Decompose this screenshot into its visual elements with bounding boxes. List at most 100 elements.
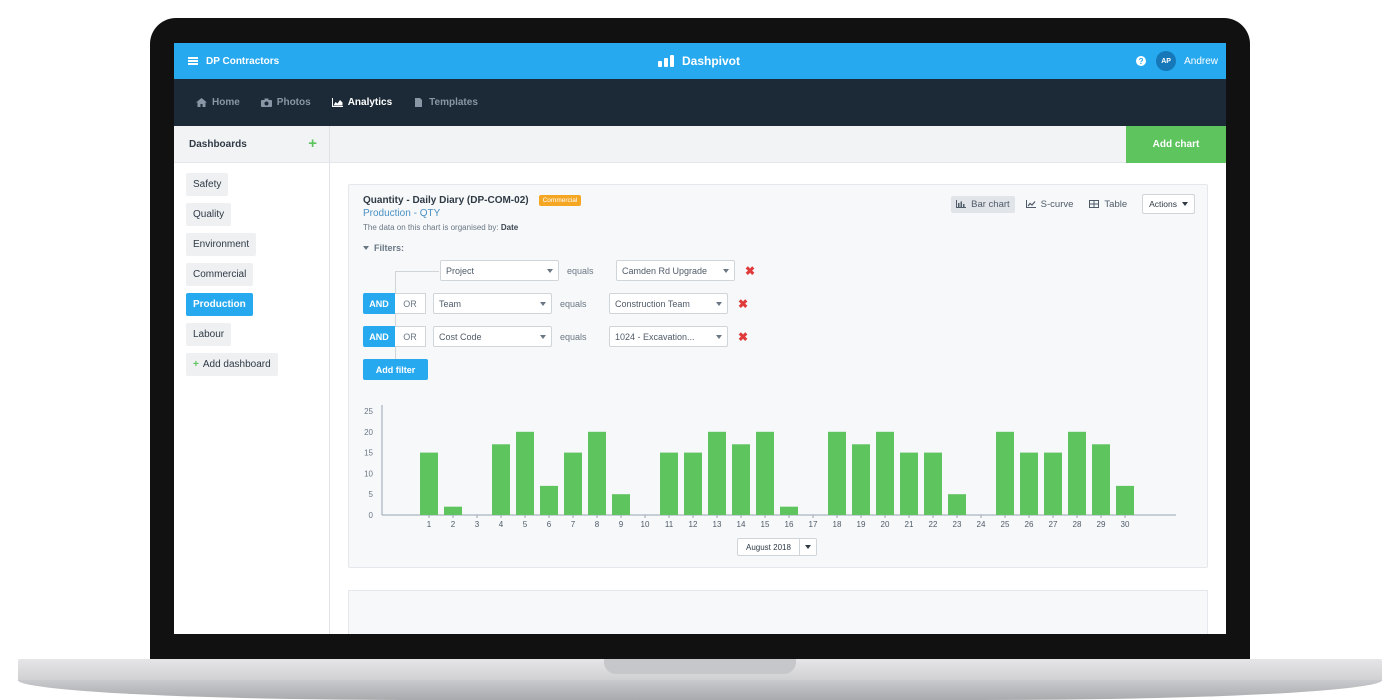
remove-filter-icon[interactable]: ✖ [745, 264, 755, 278]
help-icon[interactable]: ? [1136, 56, 1147, 66]
dashboard-item-safety[interactable]: Safety [186, 173, 229, 196]
app-screen: DP Contractors Dashpivot ? AP Andrew Hom… [174, 43, 1226, 634]
filter-row: Project equals Camden Rd Upgrade ✖ [363, 260, 763, 281]
bar-chart: 05101520251 2 3 4 5 6 7 8 9 10 11 12 13 14 15 16 17 18 19 2… [364, 405, 1176, 527]
filter-value-select[interactable]: Construction Team [609, 293, 728, 314]
bar [516, 431, 534, 515]
remove-filter-icon[interactable]: ✖ [738, 297, 748, 311]
user-name[interactable]: Andrew [1184, 56, 1218, 67]
home-icon [196, 98, 207, 107]
add-dashboard-button[interactable]: + Add dashboard [186, 353, 278, 376]
x-tick-label: 27 [1049, 520, 1058, 527]
chevron-down-icon [716, 301, 722, 306]
sidebar-title: Dashboards [189, 138, 247, 150]
bar [660, 452, 678, 515]
filters-toggle[interactable]: Filters: [363, 243, 404, 253]
x-tick-label: 21 [905, 520, 914, 527]
and-button[interactable]: AND [363, 326, 395, 347]
chevron-down-icon [540, 301, 546, 306]
logic-toggle: AND OR [363, 326, 426, 347]
dashboard-item-environment[interactable]: Environment [186, 233, 257, 256]
bar [948, 494, 966, 515]
filter-value-select[interactable]: Camden Rd Upgrade [616, 260, 735, 281]
actions-dropdown[interactable]: Actions [1142, 194, 1195, 214]
bar [612, 494, 630, 515]
filter-field-value: Project [446, 265, 475, 276]
logic-toggle: AND OR [363, 293, 426, 314]
view-tabs: Bar chart S-curve Table Actions [945, 194, 1195, 214]
remove-filter-icon[interactable]: ✖ [738, 330, 748, 344]
filter-field-select[interactable]: Cost Code [433, 326, 552, 347]
bar [1116, 485, 1134, 515]
x-tick-label: 12 [689, 520, 698, 527]
filter-field-select[interactable]: Team [433, 293, 552, 314]
nav-analytics[interactable]: Analytics [331, 97, 392, 108]
filter-field-value: Cost Code [439, 331, 482, 342]
x-tick-label: 14 [737, 520, 746, 527]
bar [828, 431, 846, 515]
add-filter-button[interactable]: Add filter [363, 359, 428, 380]
camera-icon [260, 98, 272, 107]
nav-templates[interactable]: Templates [413, 97, 478, 108]
tab-bar-chart[interactable]: Bar chart [951, 195, 1015, 213]
filter-value-select[interactable]: 1024 - Excavation... [609, 326, 728, 347]
add-dashboard-plus-icon[interactable]: + [308, 136, 317, 151]
bar [540, 485, 558, 515]
tab-table[interactable]: Table [1084, 196, 1132, 213]
filter-operator: equals [560, 298, 587, 309]
user-area: ? AP Andrew [1136, 43, 1218, 79]
brand-logo[interactable]: Dashpivot [658, 43, 740, 79]
dashboard-item-production[interactable]: Production [186, 293, 253, 316]
x-tick-label: 9 [619, 520, 624, 527]
y-tick-label: 0 [369, 511, 374, 520]
filter-value-text: 1024 - Excavation... [615, 331, 695, 342]
bar [876, 431, 894, 515]
chart-subtitle[interactable]: Production - QTY [363, 208, 440, 219]
x-tick-label: 10 [641, 520, 650, 527]
filter-field-value: Team [439, 298, 462, 309]
tab-s-curve-label: S-curve [1040, 198, 1074, 210]
tab-bar-chart-label: Bar chart [971, 198, 1010, 210]
dashboard-item-labour[interactable]: Labour [186, 323, 232, 346]
filter-row: AND OR Cost Code equals 1024 - Excavatio… [363, 326, 763, 347]
y-tick-label: 5 [369, 490, 374, 499]
category-badge: Commercial [538, 195, 582, 206]
organised-by-text: The data on this chart is organised by: … [363, 223, 518, 232]
x-tick-label: 19 [857, 520, 866, 527]
nav-photos[interactable]: Photos [260, 97, 311, 108]
bar [708, 431, 726, 515]
sidebar-header: Dashboards + [174, 126, 329, 163]
or-button[interactable]: OR [395, 293, 426, 314]
period-selector[interactable]: August 2018 [737, 538, 817, 556]
x-tick-label: 23 [953, 520, 962, 527]
organised-prefix: The data on this chart is organised by: [363, 223, 499, 232]
org-switcher[interactable]: DP Contractors [188, 43, 279, 79]
file-icon [415, 98, 423, 107]
dashboard-item-commercial[interactable]: Commercial [186, 263, 254, 286]
menu-icon[interactable] [188, 57, 198, 65]
chevron-down-icon [547, 268, 553, 273]
chart-card: Quantity - Daily Diary (DP-COM-02) Comme… [348, 184, 1208, 568]
avatar[interactable]: AP [1156, 51, 1177, 71]
y-tick-label: 20 [364, 428, 373, 437]
add-dashboard-label: Add dashboard [202, 359, 271, 370]
or-button[interactable]: OR [395, 326, 426, 347]
table-icon [1089, 200, 1100, 208]
x-tick-label: 5 [523, 520, 528, 527]
nav-home-label: Home [212, 97, 240, 108]
nav-home[interactable]: Home [196, 97, 240, 108]
bar [444, 506, 462, 515]
plus-icon: + [193, 359, 199, 370]
chevron-down-icon [540, 334, 546, 339]
y-tick-label: 15 [364, 449, 373, 458]
filter-field-select[interactable]: Project [440, 260, 559, 281]
add-chart-button[interactable]: Add chart [1126, 126, 1226, 163]
and-button[interactable]: AND [363, 293, 395, 314]
y-tick-label: 25 [364, 407, 373, 416]
x-tick-label: 25 [1001, 520, 1010, 527]
actions-label: Actions [1149, 199, 1177, 209]
x-tick-label: 6 [547, 520, 552, 527]
dashboard-item-quality[interactable]: Quality [186, 203, 232, 226]
tab-s-curve[interactable]: S-curve [1021, 196, 1079, 213]
filter-operator: equals [567, 265, 594, 276]
